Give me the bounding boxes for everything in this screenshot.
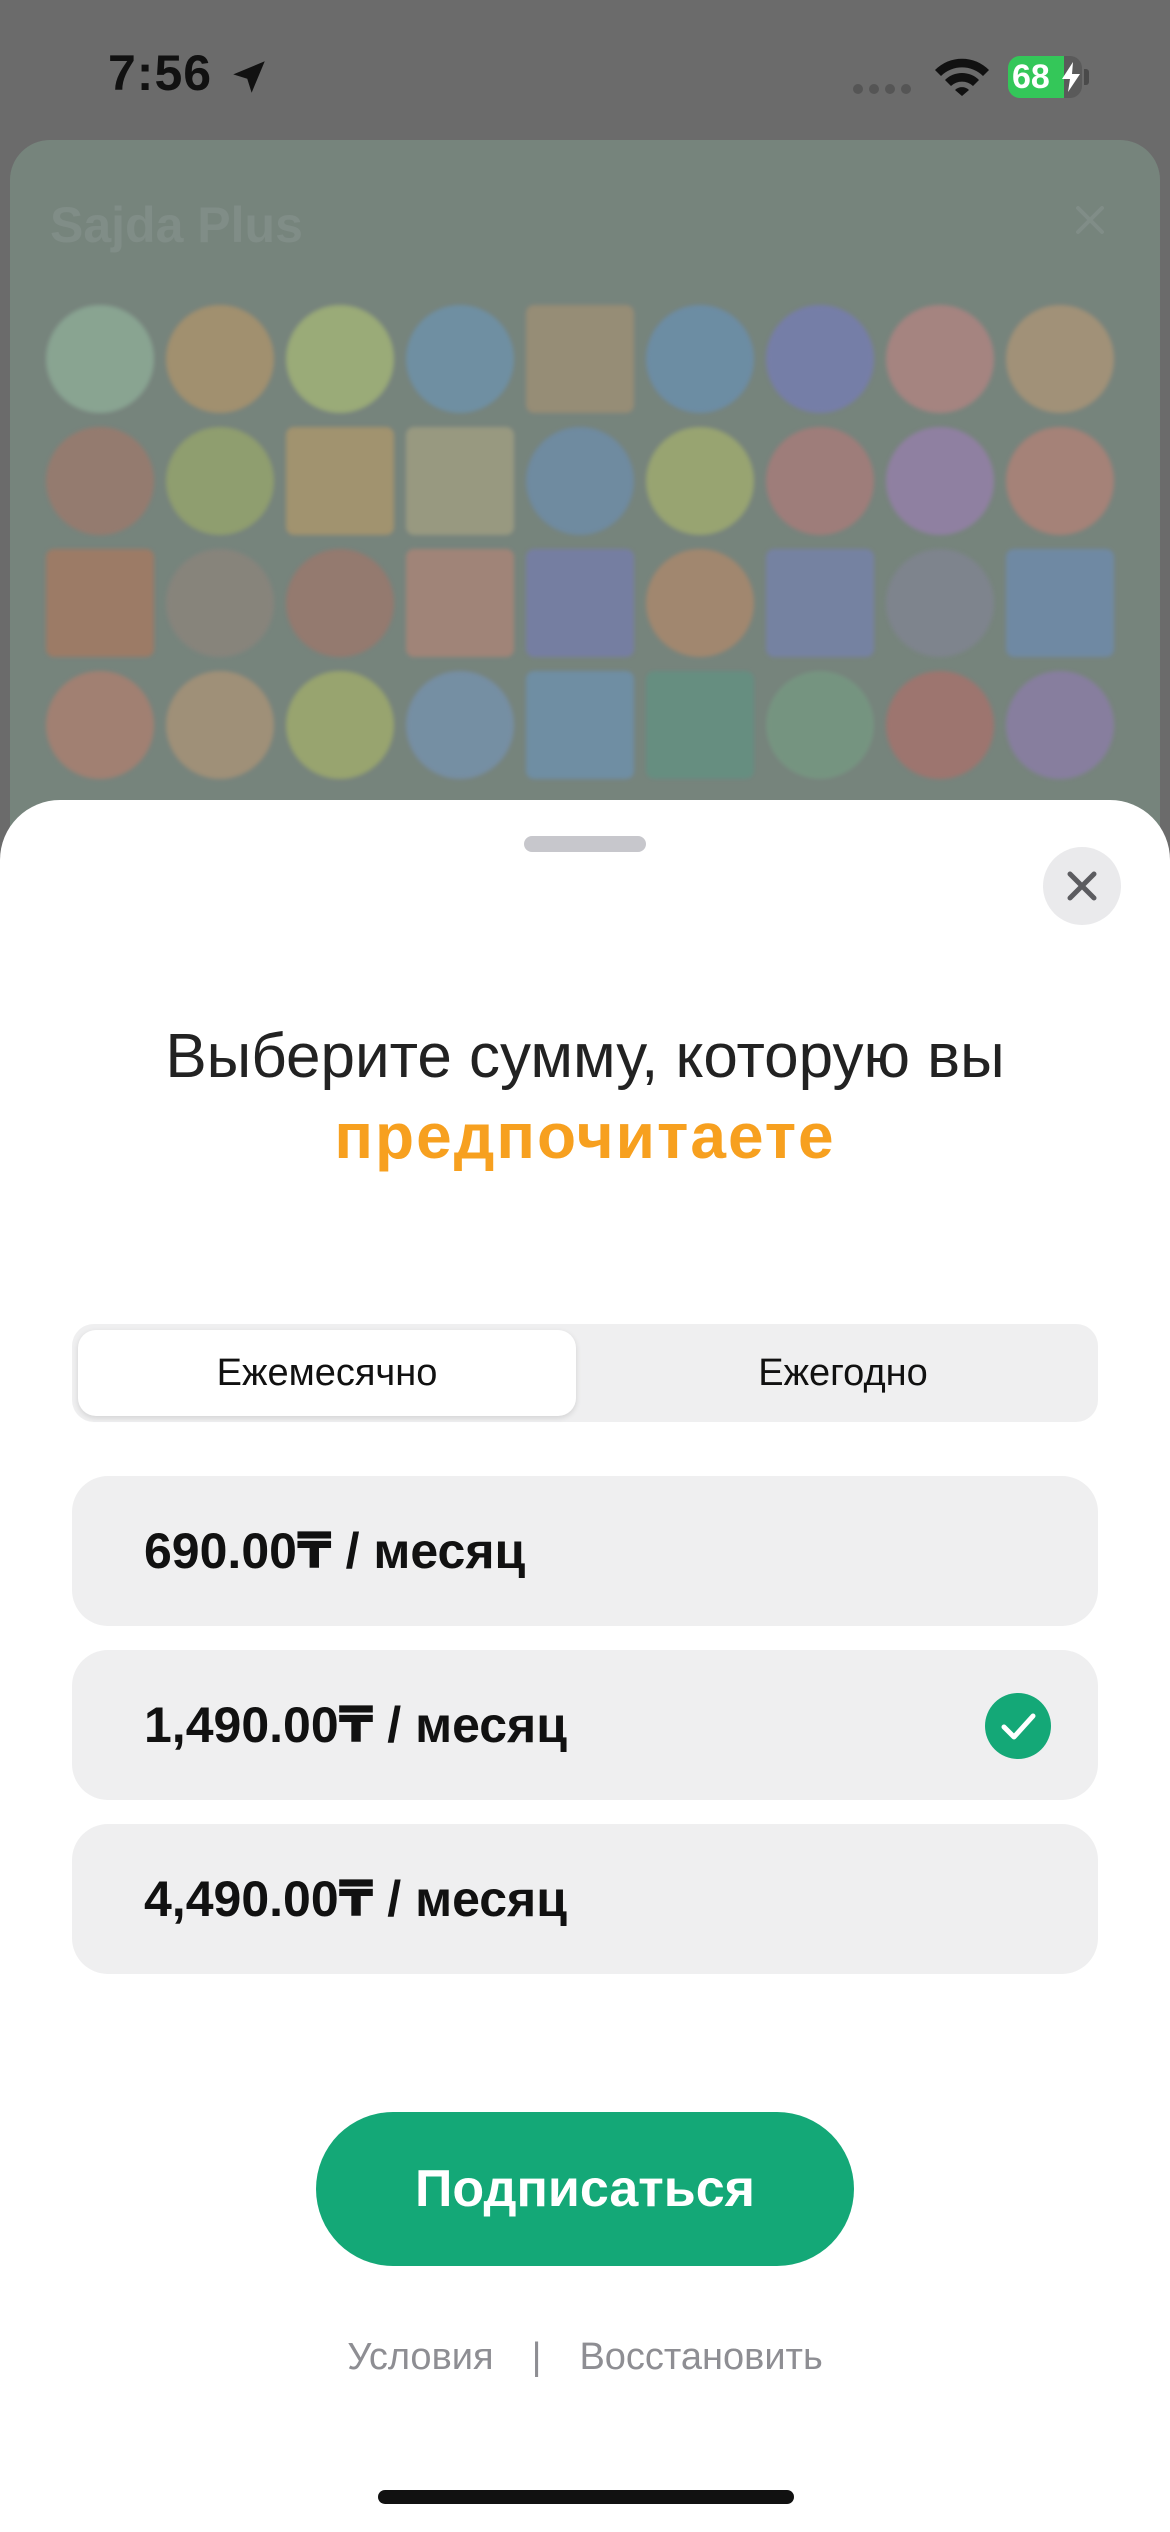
plan-list: 690.00₸ / месяц 1,490.00₸ / месяц 4,490.… <box>72 1476 1098 1998</box>
plan-option-1490[interactable]: 1,490.00₸ / месяц <box>72 1650 1098 1800</box>
heading-line2: предпочитаете <box>334 1100 836 1172</box>
sheet-grabber[interactable] <box>524 836 646 852</box>
close-icon <box>1067 871 1097 901</box>
restore-link[interactable]: Восстановить <box>579 2336 822 2379</box>
plan-label: 4,490.00₸ / месяц <box>144 1871 567 1927</box>
terms-link[interactable]: Условия <box>347 2336 493 2379</box>
plan-label: 1,490.00₸ / месяц <box>144 1697 567 1753</box>
location-arrow-icon <box>233 61 265 93</box>
subscribe-button[interactable]: Подписаться <box>316 2112 854 2266</box>
plan-option-4490[interactable]: 4,490.00₸ / месяц <box>72 1824 1098 1974</box>
home-indicator[interactable] <box>378 2490 794 2504</box>
billing-period-segmented-control: Ежемесячно Ежегодно <box>72 1324 1098 1422</box>
footer-separator: | <box>531 2336 542 2378</box>
battery-level: 68 <box>1012 58 1050 96</box>
plan-label: 690.00₸ / месяц <box>144 1523 526 1579</box>
status-bar: 7:56 68 <box>0 0 1170 150</box>
bolt-icon <box>1062 62 1080 92</box>
footer-links: Условия | Восстановить <box>0 2336 1170 2379</box>
segment-monthly[interactable]: Ежемесячно <box>78 1330 576 1416</box>
checkmark-circle-icon <box>985 1693 1051 1759</box>
heading-line1: Выберите сумму, которую вы <box>165 1022 1005 1091</box>
segment-yearly[interactable]: Ежегодно <box>594 1330 1092 1416</box>
wifi-icon <box>935 58 989 96</box>
battery-charging-icon: 68 <box>1008 56 1089 98</box>
subscription-sheet: Выберите сумму, которую вы предпочитаете… <box>0 800 1170 2532</box>
status-time: 7:56 <box>108 45 213 101</box>
plan-option-690[interactable]: 690.00₸ / месяц <box>72 1476 1098 1626</box>
signal-icon <box>853 84 911 94</box>
close-button[interactable] <box>1043 847 1121 925</box>
sheet-heading: Выберите сумму, которую вы предпочитаете <box>0 1018 1170 1176</box>
